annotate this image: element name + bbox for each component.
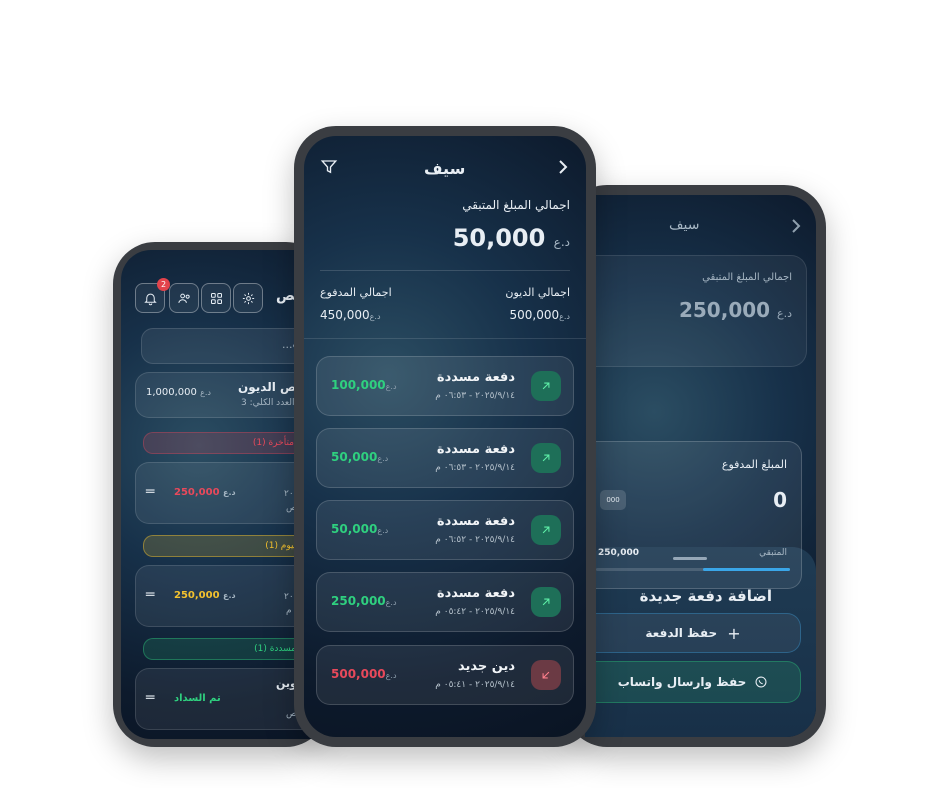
grid-button[interactable] (201, 283, 231, 313)
arrow-up-right-icon (531, 515, 561, 545)
arrow-up-right-icon (531, 371, 561, 401)
right-title: سيف (669, 217, 700, 233)
transaction-date: ٢٠٢٥/٩/١٤ - ٠٥:٤١ م (435, 680, 515, 690)
paid-label: مسددة (1) (254, 644, 296, 654)
transaction-card[interactable]: دفعة مسددة ٢٠٢٥/٩/١٤ - ٠٥:٤٢ م د.ع250,000 (316, 572, 574, 632)
transaction-title: دفعة مسددة (436, 514, 515, 529)
whatsapp-icon (755, 676, 767, 688)
transaction-title: دفعة مسددة (436, 586, 515, 601)
total-debts-label: اجمالي الديون (505, 286, 570, 299)
overdue-label: متأخرة (1) (252, 438, 294, 448)
settings-button[interactable] (233, 283, 263, 313)
arrow-up-right-icon (531, 443, 561, 473)
zeros-chip[interactable]: 000 (600, 490, 626, 510)
transaction-date: ٢٠٢٥/٩/١٤ - ٠٦:٥٢ م (435, 535, 515, 545)
paid-field-label: المبلغ المدفوع (721, 458, 787, 471)
sheet-title: اضافة دفعة جديدة (639, 587, 772, 605)
drag-handle-icon[interactable]: ═ (146, 587, 154, 603)
save-payment-label: حفظ الدفعة (645, 626, 718, 640)
users-icon (177, 293, 190, 303)
transaction-card[interactable]: دفعة مسددة ٢٠٢٥/٩/١٤ - ٠٦:٥٣ م د.ع50,000 (316, 428, 574, 488)
remaining-amount: د.ع 50,000 (452, 224, 570, 252)
plus-icon: + (727, 623, 741, 643)
summary-subtitle: العدد الكلي: 3 (241, 398, 295, 408)
customer-title: سيف (424, 159, 466, 178)
remaining-progress-fill (702, 568, 790, 571)
chevron-right-icon[interactable] (789, 217, 803, 235)
notifications-button[interactable]: 2 (135, 278, 170, 313)
customers-button[interactable] (169, 283, 199, 313)
section-divider (304, 338, 586, 339)
gear-icon (242, 292, 254, 304)
total-paid-amount: د.ع450,000 (320, 308, 381, 322)
transaction-date: ٢٠٢٥/٩/١٤ - ٠٥:٤٢ م (435, 607, 515, 617)
arrow-down-left-icon (531, 660, 561, 690)
paid-status: تم السداد (174, 693, 221, 704)
transaction-date: ٢٠٢٥/٩/١٤ - ٠٦:٥٣ م (435, 463, 515, 473)
chevron-right-icon[interactable] (556, 158, 570, 176)
right-phone: سيف اجمالي المبلغ المتبقي د.ع 250,000 اض… (565, 185, 826, 747)
transaction-amount: د.ع250,000 (331, 594, 397, 608)
today-name: م (286, 606, 292, 616)
total-debts-amount: د.ع500,000 (509, 308, 570, 322)
save-whatsapp-label: حفظ وارسال واتساب (617, 675, 747, 689)
right-remaining-label: اجمالي المبلغ المتبقي (702, 272, 792, 283)
bell-icon (143, 293, 157, 305)
notification-badge: 2 (157, 278, 170, 291)
remaining-progress-track (596, 568, 790, 571)
summary-currency: د.ع (200, 388, 211, 397)
today-amount: د.ع 250,000 (174, 590, 236, 601)
transaction-date: ٢٠٢٥/٩/١٤ - ٠٦:٥٣ م (435, 391, 515, 401)
grid-icon (210, 292, 222, 304)
transaction-title: دين جديد (457, 659, 515, 674)
middle-screen: سيف اجمالي المبلغ المتبقي د.ع 50,000 اجم… (304, 136, 586, 737)
right-summary-card: اجمالي المبلغ المتبقي د.ع 250,000 (585, 255, 807, 367)
transaction-title: دفعة مسددة (436, 370, 515, 385)
arrow-up-right-icon (531, 587, 561, 617)
overdue-amount: د.ع 250,000 (174, 487, 236, 498)
paid-amount-input[interactable]: 0 (773, 488, 787, 512)
right-remaining-amount: د.ع 250,000 (678, 298, 792, 322)
drag-handle-icon[interactable]: ═ (146, 690, 154, 706)
remaining-label: اجمالي المبلغ المتبقي (462, 198, 570, 212)
transaction-amount: د.ع500,000 (331, 667, 397, 681)
filter-icon[interactable] (320, 158, 338, 176)
transaction-card[interactable]: دين جديد ٢٠٢٥/٩/١٤ - ٠٥:٤١ م د.ع500,000 (316, 645, 574, 705)
drag-handle-icon[interactable]: ═ (146, 484, 154, 500)
save-whatsapp-button[interactable]: حفظ وارسال واتساب (585, 661, 801, 703)
remaining-small-value: 250,000 (598, 548, 639, 558)
transaction-title: دفعة مسددة (436, 442, 515, 457)
transaction-amount: د.ع50,000 (331, 522, 389, 536)
divider (320, 270, 570, 271)
summary-amount: 1,000,000 (146, 387, 197, 398)
transaction-card[interactable]: دفعة مسددة ٢٠٢٥/٩/١٤ - ٠٦:٥٣ م د.ع100,000 (316, 356, 574, 416)
remaining-small-label: المتبقي (759, 548, 787, 558)
transaction-amount: د.ع50,000 (331, 450, 389, 464)
payment-amount-card: المبلغ المدفوع 0 000 المتبقي 250,000 (585, 441, 802, 589)
total-paid-label: اجمالي المدفوع (320, 286, 392, 299)
transaction-card[interactable]: دفعة مسددة ٢٠٢٥/٩/١٤ - ٠٦:٥٢ م د.ع50,000 (316, 500, 574, 560)
transaction-amount: د.ع100,000 (331, 378, 397, 392)
middle-phone: سيف اجمالي المبلغ المتبقي د.ع 50,000 اجم… (294, 126, 596, 747)
save-payment-button[interactable]: حفظ الدفعة + (585, 613, 801, 653)
